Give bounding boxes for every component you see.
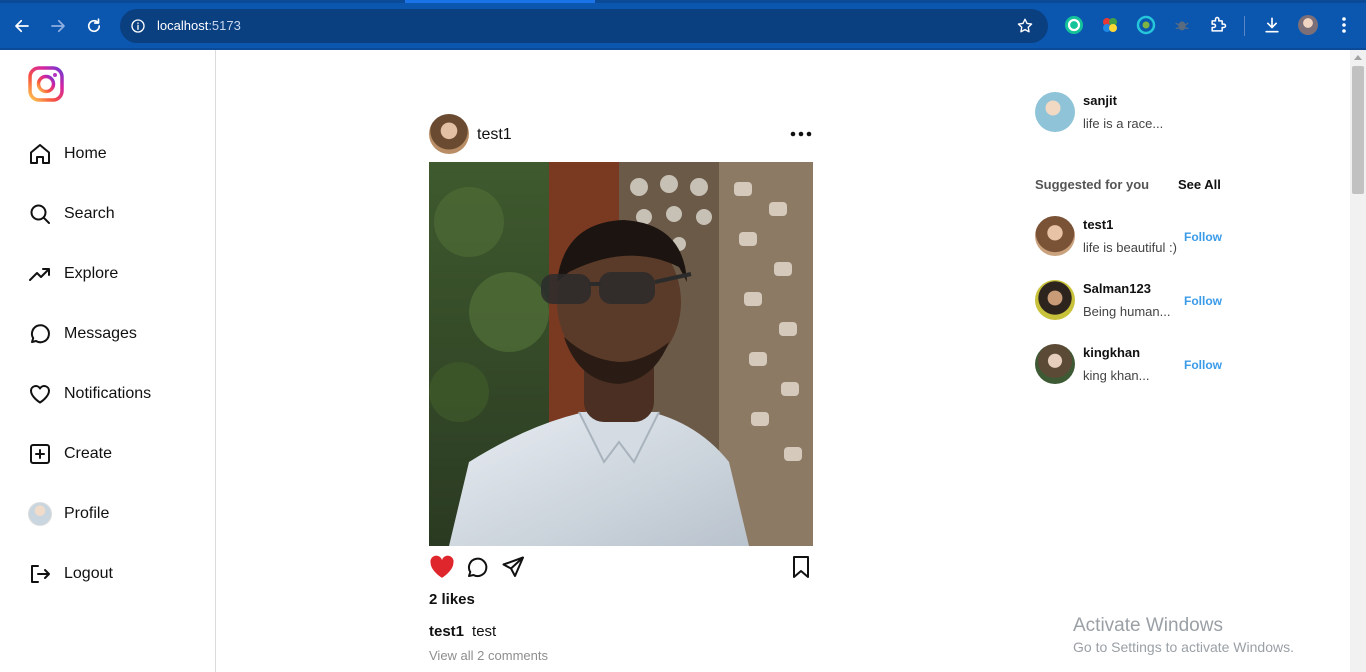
suggested-user-username[interactable]: test1	[1083, 217, 1113, 232]
target-extension-icon[interactable]	[1135, 14, 1157, 36]
sidebar-item-explore[interactable]: Explore	[28, 260, 118, 288]
bug-extension-icon[interactable]	[1171, 14, 1193, 36]
feed-post: test1 2 likes test1 test View all 2 comm…	[429, 114, 813, 663]
browser-profile-avatar[interactable]	[1297, 14, 1319, 36]
caption-username[interactable]: test1	[429, 623, 464, 640]
bookmark-star-icon[interactable]	[1016, 17, 1034, 35]
current-user-username[interactable]: sanjit	[1083, 93, 1117, 108]
sidebar-item-search[interactable]: Search	[28, 200, 115, 228]
sidebar-item-notifications[interactable]: Notifications	[28, 380, 151, 408]
suggested-heading: Suggested for you	[1035, 177, 1150, 192]
back-button[interactable]	[9, 13, 35, 39]
suggested-user-avatar[interactable]	[1035, 216, 1075, 256]
sidebar-item-home[interactable]: Home	[28, 140, 107, 168]
browser-toolbar: localhost:5173	[0, 0, 1366, 50]
see-all-link[interactable]: See All	[1178, 177, 1221, 192]
avatar	[28, 502, 52, 526]
tab-strip	[0, 0, 1366, 3]
search-icon	[28, 202, 52, 226]
sidebar-item-logout[interactable]: Logout	[28, 560, 113, 588]
suggested-user-avatar[interactable]	[1035, 280, 1075, 320]
sidebar-item-messages[interactable]: Messages	[28, 320, 137, 348]
reload-icon	[87, 18, 101, 33]
extensions-puzzle-icon[interactable]	[1207, 14, 1229, 36]
comment-icon[interactable]	[464, 554, 490, 580]
arrow-right-icon	[51, 19, 65, 33]
suggested-user-avatar[interactable]	[1035, 344, 1075, 384]
home-icon	[28, 142, 52, 166]
forward-button[interactable]	[45, 13, 71, 39]
follow-button[interactable]: Follow	[1184, 358, 1222, 372]
trending-up-icon	[28, 262, 52, 286]
sidebar-item-label: Notifications	[64, 385, 152, 402]
current-user-bio: life is a race...	[1083, 116, 1164, 131]
watermark-title: Activate Windows	[1073, 615, 1223, 636]
page-scrollbar[interactable]	[1350, 50, 1366, 672]
arrow-left-icon	[15, 19, 29, 33]
share-send-icon[interactable]	[500, 554, 526, 580]
color-picker-extension-icon[interactable]	[1099, 14, 1121, 36]
sidebar-item-label: Profile	[64, 505, 110, 522]
url-port: :5173	[208, 18, 241, 33]
post-author-avatar[interactable]	[429, 114, 469, 154]
windows-activation-watermark: Activate Windows Go to Settings to activ…	[1073, 615, 1294, 655]
suggested-user-bio: king khan...	[1083, 368, 1150, 383]
likes-count[interactable]: 2 likes	[429, 591, 475, 608]
heart-icon	[28, 382, 52, 406]
reload-button[interactable]	[81, 13, 107, 39]
follow-button[interactable]: Follow	[1184, 230, 1222, 244]
post-actions	[429, 554, 813, 580]
watermark-subtitle: Go to Settings to activate Windows.	[1073, 639, 1294, 655]
suggested-user-bio: Being human...	[1083, 304, 1171, 319]
post-caption: test1 test	[429, 623, 496, 640]
caption-text: test	[472, 623, 497, 640]
post-header: test1	[429, 114, 813, 154]
sidebar-item-label: Create	[64, 445, 113, 462]
sidebar-item-label: Explore	[64, 265, 119, 282]
sidebar-item-profile[interactable]: Profile	[28, 500, 109, 528]
message-circle-icon	[28, 322, 52, 346]
current-user-avatar[interactable]	[1035, 92, 1075, 132]
grammarly-extension-icon[interactable]	[1063, 14, 1085, 36]
browser-menu-icon[interactable]	[1333, 14, 1355, 36]
active-tab-indicator	[405, 0, 595, 3]
address-bar[interactable]: localhost:5173	[120, 9, 1048, 43]
logout-icon	[28, 562, 52, 586]
save-bookmark-icon[interactable]	[788, 554, 814, 580]
sidebar: Home Search Explore Messages Notificatio…	[0, 50, 216, 672]
suggested-user-username[interactable]: kingkhan	[1083, 345, 1140, 360]
scrollbar-thumb[interactable]	[1352, 66, 1364, 194]
sidebar-item-label: Messages	[64, 325, 137, 342]
sidebar-item-label: Logout	[64, 565, 113, 582]
sidebar-item-label: Search	[64, 205, 115, 222]
site-info-icon[interactable]	[130, 18, 146, 34]
follow-button[interactable]: Follow	[1184, 294, 1222, 308]
download-icon[interactable]	[1261, 14, 1283, 36]
plus-square-icon	[28, 442, 52, 466]
scroll-up-arrow-icon[interactable]	[1354, 55, 1362, 60]
sidebar-item-create[interactable]: Create	[28, 440, 112, 468]
sidebar-item-label: Home	[64, 145, 107, 162]
toolbar-separator	[1244, 16, 1245, 36]
instagram-logo-icon[interactable]	[28, 66, 64, 102]
like-heart-icon[interactable]	[429, 554, 455, 580]
suggested-user-username[interactable]: Salman123	[1083, 281, 1151, 296]
more-options-icon[interactable]	[789, 122, 813, 146]
post-image[interactable]	[429, 162, 813, 546]
suggested-user-bio: life is beautiful :)	[1083, 240, 1177, 255]
url-host: localhost	[157, 18, 209, 33]
view-comments-link[interactable]: View all 2 comments	[429, 648, 548, 663]
url-text: localhost:5173	[157, 18, 241, 33]
post-author-username[interactable]: test1	[477, 126, 512, 144]
